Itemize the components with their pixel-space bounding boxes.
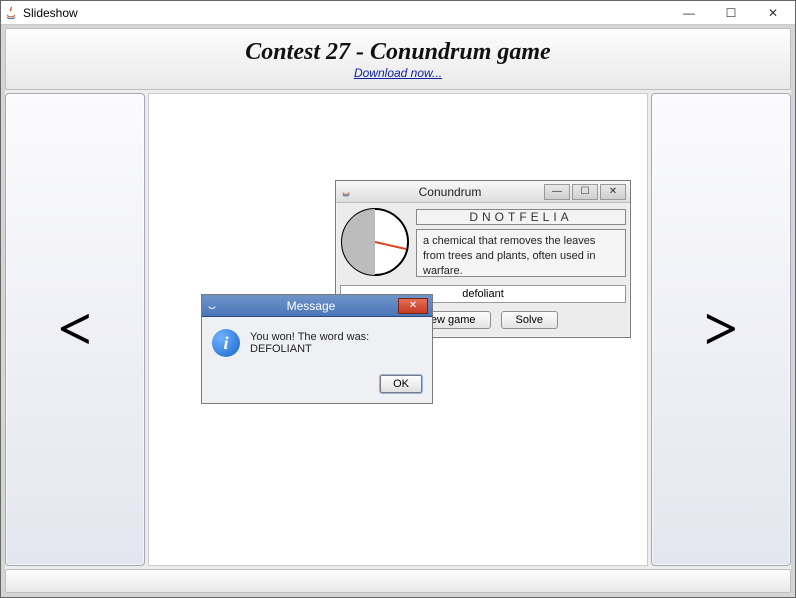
- download-link[interactable]: Download now...: [354, 66, 442, 80]
- main-row: < Conundrum — ☐ ✕: [5, 93, 791, 566]
- java-icon: [340, 185, 354, 199]
- footer-bar: [5, 569, 791, 593]
- window-title: Slideshow: [23, 6, 669, 20]
- minimize-button[interactable]: —: [669, 3, 709, 23]
- message-titlebar[interactable]: Message ✕: [202, 295, 432, 317]
- timer-pie-icon: [340, 207, 410, 277]
- ok-button[interactable]: OK: [380, 375, 422, 393]
- clue-text: a chemical that removes the leaves from …: [416, 229, 626, 277]
- slideshow-header: Contest 27 - Conundrum game Download now…: [5, 28, 791, 90]
- message-body: i You won! The word was: DEFOLIANT OK: [202, 317, 432, 403]
- info-icon: i: [212, 329, 240, 357]
- java-icon: [206, 299, 220, 313]
- java-icon: [3, 5, 19, 21]
- conundrum-close-button[interactable]: ✕: [600, 184, 626, 200]
- message-text: You won! The word was: DEFOLIANT: [250, 331, 422, 355]
- app-window: Slideshow — ☐ ✕ Contest 27 - Conundrum g…: [0, 0, 796, 598]
- next-button[interactable]: >: [651, 93, 791, 566]
- conundrum-titlebar[interactable]: Conundrum — ☐ ✕: [336, 181, 630, 203]
- content-frame: Contest 27 - Conundrum game Download now…: [1, 25, 795, 597]
- conundrum-window-controls: — ☐ ✕: [542, 184, 626, 200]
- chevron-right-icon: >: [704, 295, 738, 364]
- maximize-button[interactable]: ☐: [711, 3, 751, 23]
- prev-button[interactable]: <: [5, 93, 145, 566]
- slide-stage: Conundrum — ☐ ✕: [148, 93, 648, 566]
- anagram-display: DNOTFELIA: [416, 209, 626, 225]
- conundrum-minimize-button[interactable]: —: [544, 184, 570, 200]
- conundrum-maximize-button[interactable]: ☐: [572, 184, 598, 200]
- conundrum-title: Conundrum: [358, 185, 542, 199]
- window-control-group: — ☐ ✕: [669, 3, 793, 23]
- message-title: Message: [224, 299, 398, 313]
- chevron-left-icon: <: [58, 295, 92, 364]
- contest-title: Contest 27 - Conundrum game: [245, 39, 550, 66]
- message-dialog[interactable]: Message ✕ i You won! The word was: DEFOL…: [201, 294, 433, 404]
- close-button[interactable]: ✕: [753, 3, 793, 23]
- window-titlebar[interactable]: Slideshow — ☐ ✕: [1, 1, 795, 25]
- solve-button[interactable]: Solve: [501, 311, 559, 329]
- message-close-button[interactable]: ✕: [398, 298, 428, 314]
